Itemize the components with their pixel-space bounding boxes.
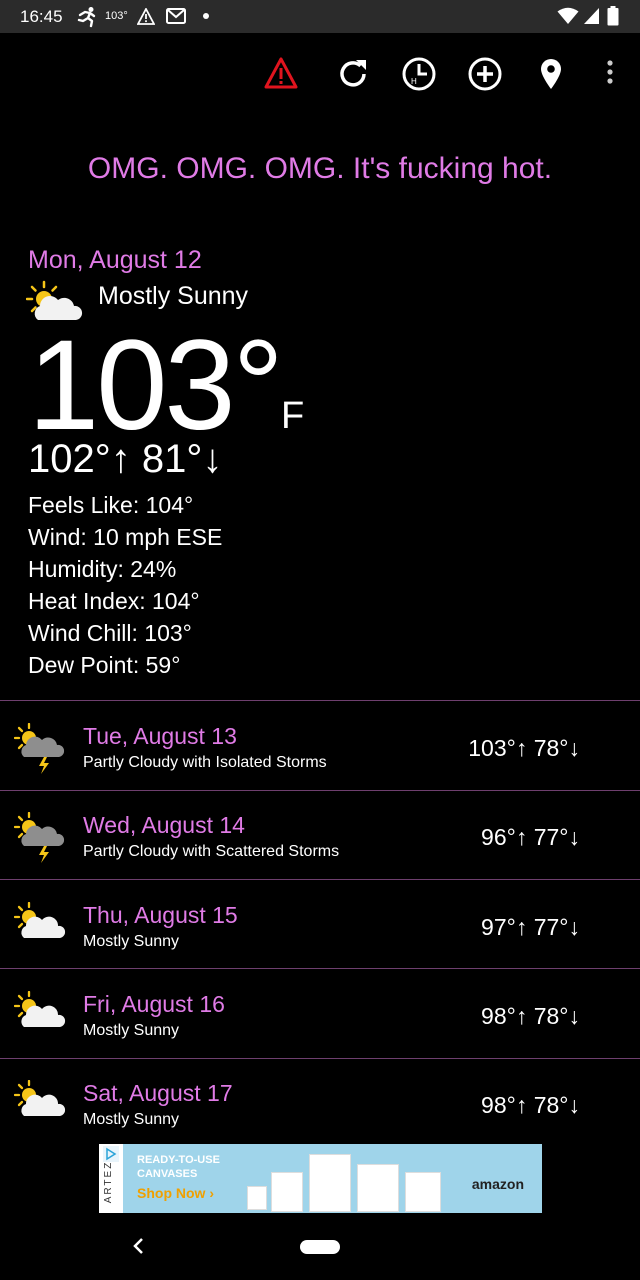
ad-amazon-logo: amazon — [471, 1176, 524, 1192]
status-time: 16:45 — [20, 7, 63, 26]
mostly-sunny-icon — [14, 902, 66, 938]
add-location-button[interactable] — [463, 52, 507, 96]
forecast-row[interactable]: Wed, August 14 Partly Cloudy with Scatte… — [0, 790, 640, 878]
status-temp-badge: 103° — [105, 10, 128, 22]
svg-text:H: H — [411, 77, 417, 86]
gmail-icon — [166, 8, 186, 24]
forecast-condition: Partly Cloudy with Isolated Storms — [83, 754, 327, 771]
signal-icon — [584, 8, 599, 24]
forecast-row[interactable]: Thu, August 15 Mostly Sunny 97°↑ 77°↓ — [0, 880, 640, 968]
forecast-condition: Partly Cloudy with Scattered Storms — [83, 843, 340, 860]
wind-chill: Wind Chill: 103° — [28, 620, 192, 646]
forecast-date: Wed, August 14 — [83, 812, 245, 838]
ad-canvas-image — [271, 1172, 303, 1212]
location-button[interactable] — [529, 52, 573, 96]
ad-shop-now[interactable]: Shop Now › — [137, 1185, 214, 1201]
thunderstorm-icon — [14, 812, 65, 863]
forecast-high-low: 96°↑ 77°↓ — [481, 824, 580, 850]
overflow-menu-button[interactable] — [588, 52, 632, 96]
running-icon — [77, 7, 96, 28]
forecast-high-low: 98°↑ 78°↓ — [481, 1003, 580, 1029]
forecast-date: Sat, August 17 — [83, 1080, 233, 1106]
forecast-row[interactable]: Tue, August 13 Partly Cloudy with Isolat… — [0, 701, 640, 789]
ad-choices-icon[interactable] — [103, 1146, 119, 1162]
forecast-date: Tue, August 13 — [83, 723, 237, 749]
forecast-high-low: 97°↑ 77°↓ — [481, 914, 580, 940]
today-temperature: 103° — [28, 314, 284, 457]
forecast-condition: Mostly Sunny — [83, 1022, 180, 1039]
forecast-row[interactable]: Fri, August 16 Mostly Sunny 98°↑ 78°↓ — [0, 969, 640, 1057]
tagline: OMG. OMG. OMG. It's fucking hot. — [87, 152, 553, 185]
battery-icon — [607, 6, 619, 26]
ad-canvas-image — [357, 1164, 399, 1212]
feels-like: Feels Like: 104° — [28, 492, 194, 518]
heat-index: Heat Index: 104° — [28, 588, 200, 614]
warning-button[interactable] — [259, 52, 303, 96]
dew-point: Dew Point: 59° — [28, 652, 181, 678]
alert-triangle-icon — [137, 8, 155, 25]
forecast-condition: Mostly Sunny — [83, 933, 180, 950]
refresh-button[interactable] — [331, 52, 375, 96]
mostly-sunny-icon — [14, 1080, 66, 1116]
ad-canvas-image — [247, 1186, 267, 1210]
refresh-icon — [340, 60, 366, 87]
today-date: Mon, August 12 — [28, 246, 202, 274]
ad-headline-1: READY-TO-USE — [137, 1154, 220, 1166]
forecast-condition: Mostly Sunny — [83, 1111, 180, 1128]
ad-banner[interactable]: ARTEZA READY-TO-USE CANVASES Shop Now › … — [99, 1144, 542, 1213]
wifi-icon — [557, 7, 579, 24]
forecast-row[interactable]: Sat, August 17 Mostly Sunny 98°↑ 78°↓ — [0, 1058, 640, 1146]
warning-icon — [264, 57, 298, 89]
home-pill[interactable] — [300, 1240, 340, 1254]
today-condition: Mostly Sunny — [98, 282, 249, 310]
mostly-sunny-icon — [14, 991, 66, 1027]
location-pin-icon — [541, 59, 561, 89]
humidity: Humidity: 24% — [28, 556, 177, 582]
forecast-date: Thu, August 15 — [83, 902, 238, 928]
forecast-high-low: 103°↑ 78°↓ — [468, 735, 580, 761]
forecast-date: Fri, August 16 — [83, 991, 225, 1017]
today-details: Feels Like: 104° Wind: 10 mph ESE Humidi… — [28, 489, 222, 681]
status-bar: 16:45 103° — [0, 0, 640, 33]
history-button[interactable]: H — [397, 52, 441, 96]
thunderstorm-icon — [14, 723, 65, 774]
today-high-low: 102°↑ 81°↓ — [28, 437, 223, 481]
ad-headline-2: CANVASES — [137, 1168, 198, 1180]
overflow-menu-icon — [607, 60, 613, 84]
add-location-icon — [468, 57, 502, 91]
ad-canvas-image — [309, 1154, 351, 1212]
notification-dot-icon — [203, 13, 209, 19]
wind: Wind: 10 mph ESE — [28, 524, 223, 550]
forecast-high-low: 98°↑ 78°↓ — [481, 1092, 580, 1118]
history-clock-icon: H — [402, 57, 436, 91]
temperature-unit: F — [281, 395, 305, 437]
back-icon[interactable] — [128, 1235, 150, 1257]
ad-canvas-image — [405, 1172, 441, 1212]
